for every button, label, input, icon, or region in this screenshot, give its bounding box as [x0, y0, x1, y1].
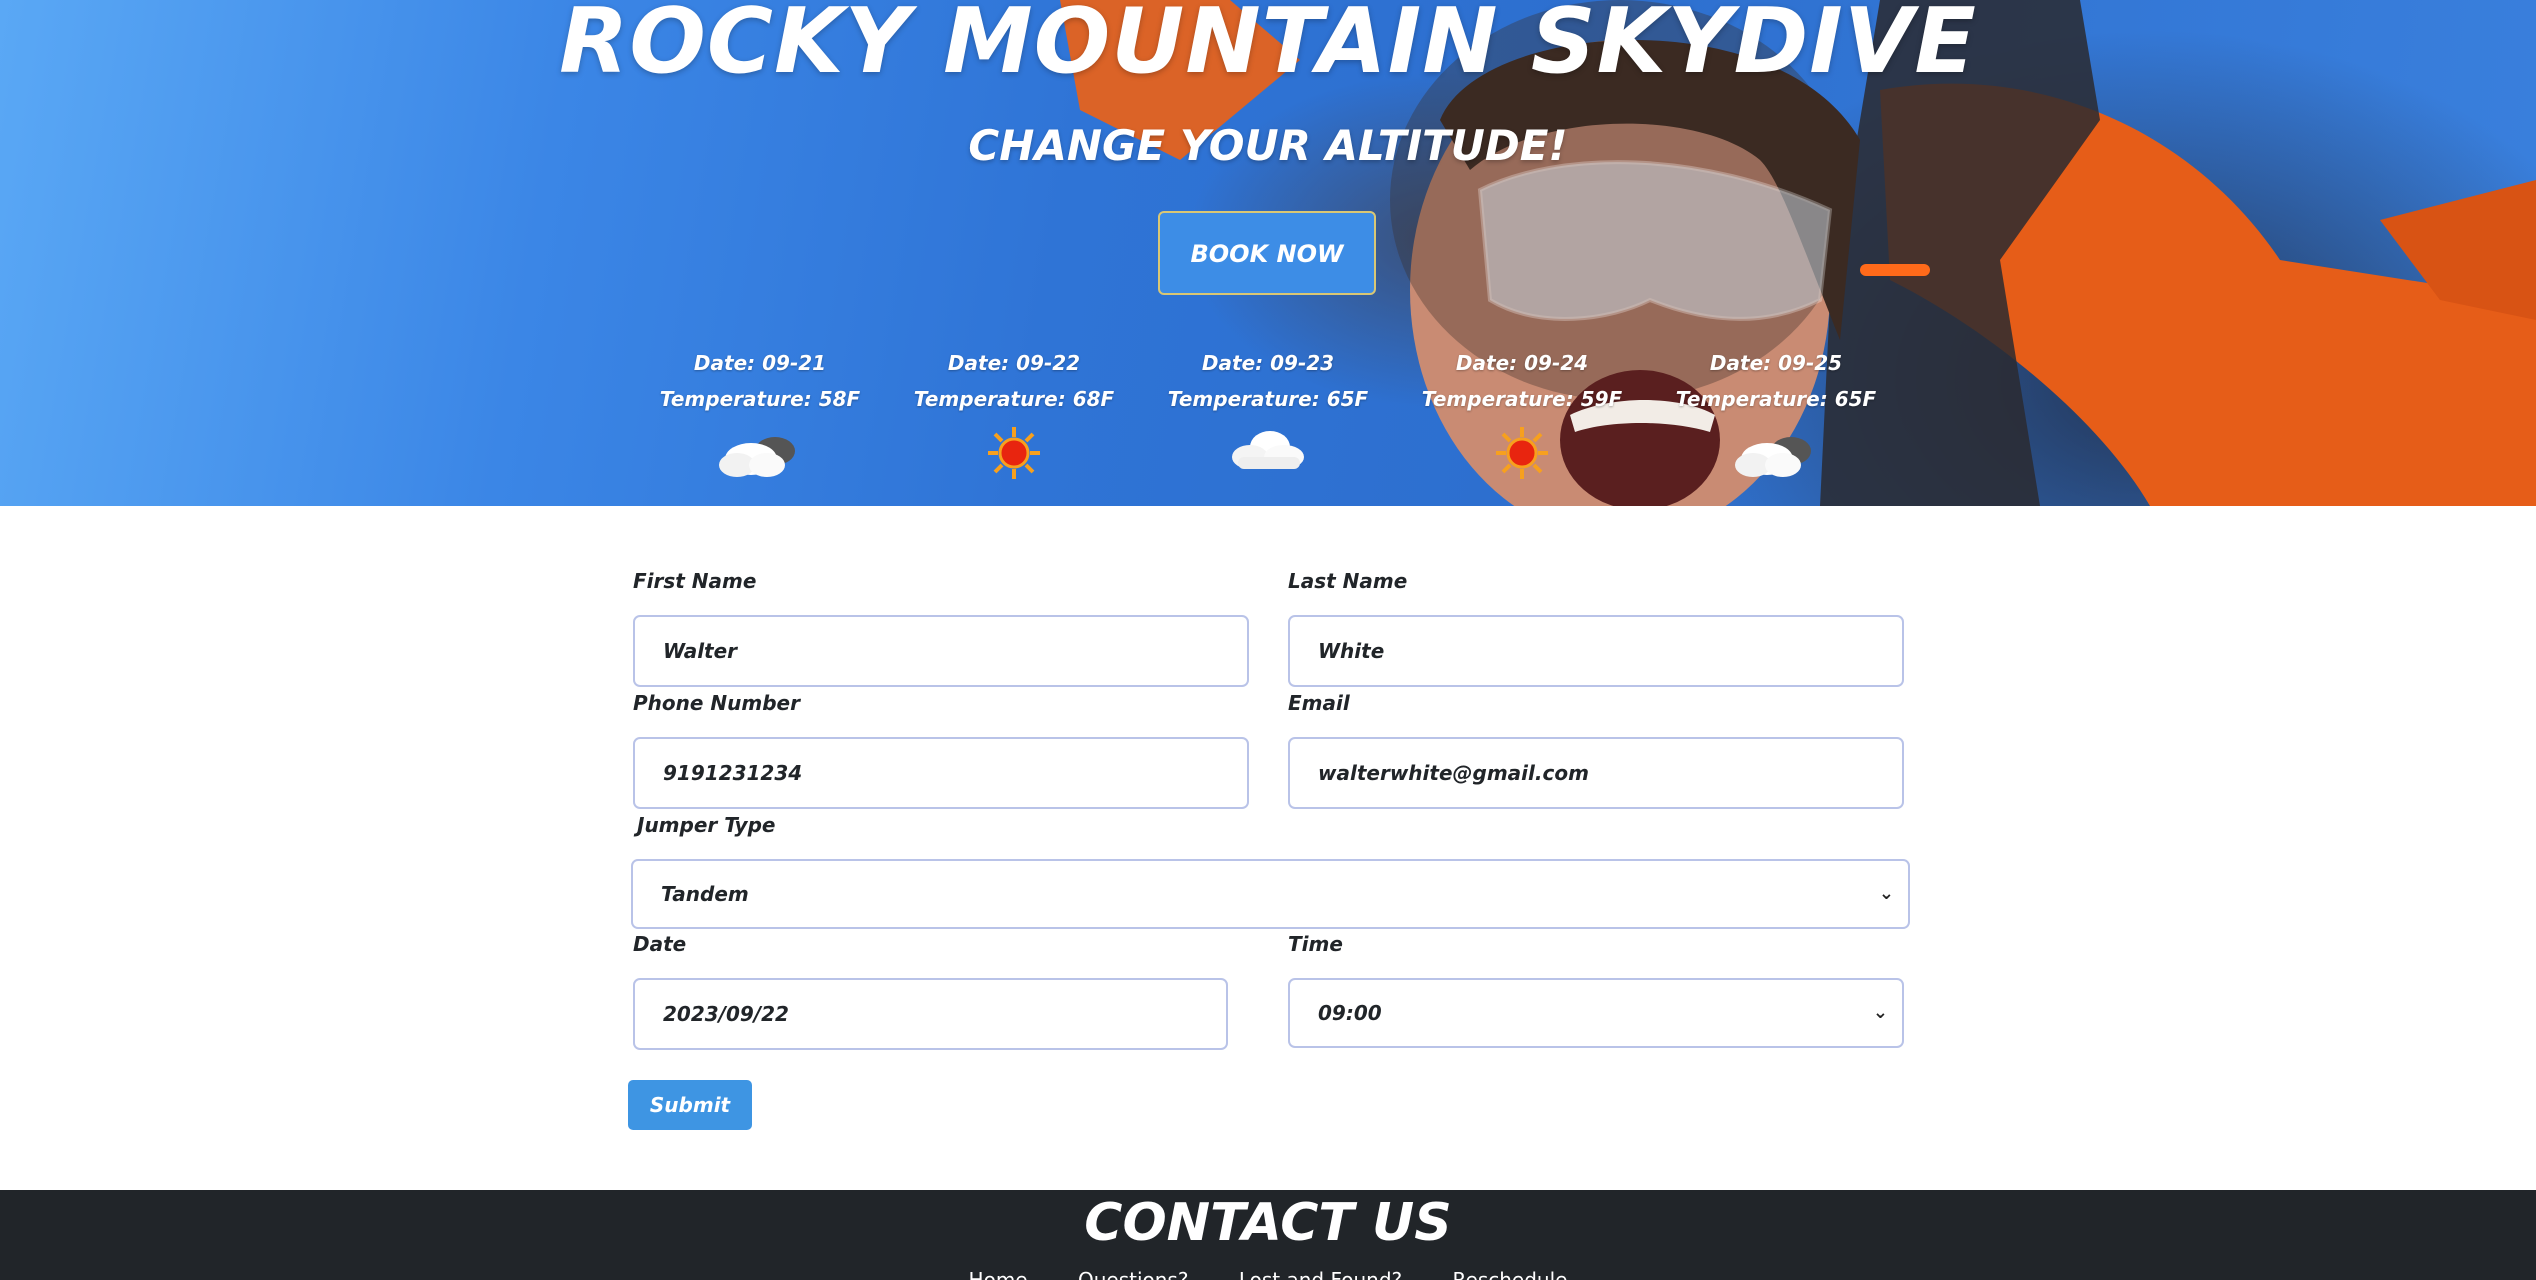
time-select[interactable]: 09:00 ⌄	[1288, 978, 1904, 1048]
chevron-down-icon: ⌄	[1878, 883, 1894, 904]
tagline: CHANGE YOUR ALTITUDE!	[968, 121, 1568, 170]
email-input[interactable]: walterwhite@gmail.com	[1288, 737, 1904, 809]
forecast-date: Date: 09-22	[947, 351, 1081, 375]
site-title: ROCKY MOUNTAIN SKYDIVE	[559, 0, 1977, 94]
forecast-date: Date: 09-21	[693, 351, 827, 375]
forecast-temp: Temperature: 68F	[913, 387, 1115, 411]
jumper-type-select[interactable]: Tandem ⌄	[631, 859, 1910, 929]
footer-link-questions[interactable]: Questions?	[1078, 1268, 1189, 1280]
first-name-input[interactable]: Walter	[633, 615, 1249, 687]
footer-link-home[interactable]: Home	[969, 1268, 1028, 1280]
footer-link-reschedule[interactable]: Reschedule	[1453, 1268, 1568, 1280]
chevron-down-icon: ⌄	[1872, 1002, 1888, 1023]
sun-icon	[988, 427, 1040, 479]
book-now-button[interactable]: BOOK NOW	[1158, 211, 1376, 295]
footer-nav: Home Questions? Lost and Found? Reschedu…	[0, 1268, 2536, 1280]
jumper-type-label: Jumper Type	[637, 813, 776, 837]
last-name-label: Last Name	[1288, 569, 1408, 593]
forecast-day: Date: 09-25 Temperature: 65F	[1661, 345, 1891, 481]
forecast-date: Date: 09-23	[1201, 351, 1335, 375]
first-name-label: First Name	[633, 569, 757, 593]
hero-banner: ROCKY MOUNTAIN SKYDIVE CHANGE YOUR ALTIT…	[0, 0, 2536, 506]
forecast-day: Date: 09-24 Temperature: 59F	[1407, 345, 1637, 481]
forecast-date: Date: 09-25	[1709, 351, 1843, 375]
forecast-date: Date: 09-24	[1455, 351, 1589, 375]
partly-cloudy-icon	[719, 437, 795, 477]
sun-icon	[1496, 427, 1548, 479]
jumper-type-value: Tandem	[661, 882, 749, 906]
time-label: Time	[1288, 932, 1343, 956]
footer: CONTACT US Home Questions? Lost and Foun…	[0, 1190, 2536, 1280]
forecast-temp: Temperature: 58F	[659, 387, 861, 411]
cloud-icon	[1232, 431, 1304, 469]
forecast-temp: Temperature: 59F	[1421, 387, 1623, 411]
date-label: Date	[633, 932, 687, 956]
forecast-day: Date: 09-23 Temperature: 65F	[1153, 345, 1383, 475]
forecast-day: Date: 09-21 Temperature: 58F	[645, 345, 875, 481]
phone-input[interactable]: 9191231234	[633, 737, 1249, 809]
time-value: 09:00	[1318, 1001, 1382, 1025]
partly-cloudy-icon	[1735, 437, 1811, 477]
phone-label: Phone Number	[633, 691, 800, 715]
forecast-day: Date: 09-22 Temperature: 68F	[899, 345, 1129, 481]
contact-us-heading: CONTACT US	[1084, 1193, 1452, 1253]
footer-link-lost-and-found[interactable]: Lost and Found?	[1239, 1268, 1402, 1280]
submit-button[interactable]: Submit	[628, 1080, 752, 1130]
last-name-input[interactable]: White	[1288, 615, 1904, 687]
date-input[interactable]: 2023/09/22	[633, 978, 1228, 1050]
email-label: Email	[1288, 691, 1350, 715]
forecast-temp: Temperature: 65F	[1167, 387, 1369, 411]
forecast-temp: Temperature: 65F	[1675, 387, 1877, 411]
